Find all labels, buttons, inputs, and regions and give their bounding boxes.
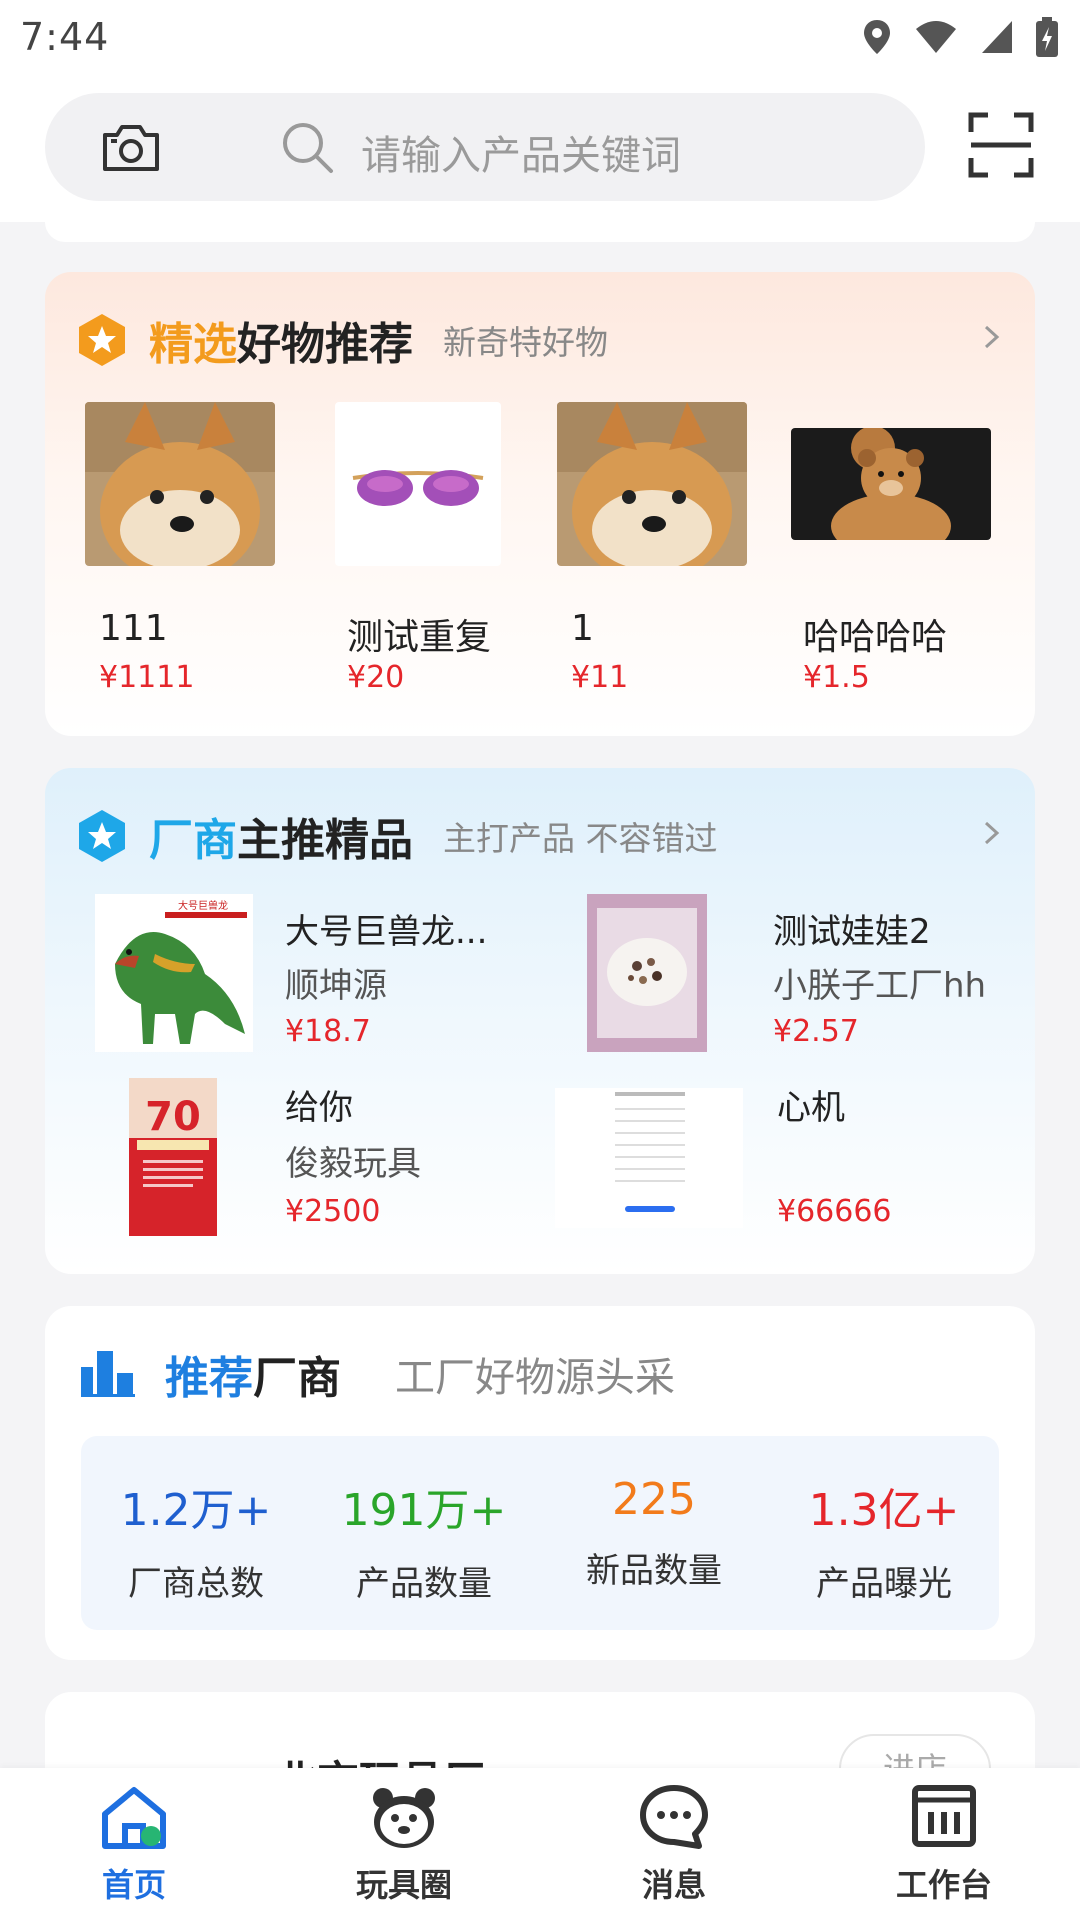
product-name: 测试重复 bbox=[347, 617, 492, 658]
product-name: 哈哈哈哈 bbox=[803, 617, 948, 658]
recommend-header[interactable]: 推荐 厂商 工厂好物源头采 bbox=[81, 1344, 675, 1404]
product-price: ¥66666 bbox=[777, 1194, 892, 1229]
star-badge-icon bbox=[79, 314, 125, 366]
status-icons bbox=[862, 17, 1058, 57]
nav-item-home[interactable]: 首页 bbox=[44, 1784, 224, 1914]
signal-icon bbox=[982, 21, 1012, 53]
shop-name: 俊毅玩具 bbox=[285, 1144, 421, 1184]
product-price: ¥18.7 bbox=[285, 1014, 371, 1049]
battery-icon bbox=[1036, 17, 1058, 57]
stat-product-count: 191万+ 产品数量 bbox=[309, 1474, 539, 1605]
vendor-featured-section: 厂商 主推精品 主打产品 不容错过 大号巨兽龙 大号巨兽龙... 顺坤源 ¥18… bbox=[45, 768, 1035, 1274]
stat-label: 厂商总数 bbox=[128, 1564, 264, 1604]
product-name: 心机 bbox=[777, 1088, 845, 1128]
celebration-poster-image: 70 bbox=[129, 1078, 217, 1236]
shiba-dog-image bbox=[557, 402, 747, 566]
stat-label: 产品曝光 bbox=[816, 1564, 952, 1604]
nav-label: 工作台 bbox=[895, 1866, 992, 1904]
wifi-icon bbox=[916, 21, 956, 53]
dashboard-icon bbox=[912, 1785, 976, 1847]
app-screenshot-image bbox=[555, 1088, 743, 1228]
stat-value: 1.2万+ bbox=[120, 1485, 272, 1536]
product-price: ¥1111 bbox=[99, 660, 195, 695]
svg-text:70: 70 bbox=[145, 1094, 201, 1140]
status-bar: 7:44 bbox=[0, 0, 1080, 74]
featured-subtitle: 新奇特好物 bbox=[443, 323, 608, 362]
recommended-vendors-section: 推荐 厂商 工厂好物源头采 1.2万+ 厂商总数 191万+ 产品数量 225 … bbox=[45, 1306, 1035, 1660]
building-icon bbox=[81, 1351, 135, 1397]
recommend-title: 厂商 bbox=[253, 1353, 341, 1404]
vendor-product-card[interactable]: 心机 ¥66666 bbox=[555, 1078, 1025, 1248]
location-icon bbox=[864, 20, 890, 54]
shop-name: 小朕子工厂hh bbox=[773, 966, 987, 1006]
featured-title-accent: 精选 bbox=[149, 319, 237, 370]
previous-card-edge bbox=[45, 222, 1035, 242]
product-name: 大号巨兽龙... bbox=[285, 912, 488, 952]
recommend-title-accent: 推荐 bbox=[165, 1353, 253, 1404]
product-name: 1 bbox=[571, 608, 594, 649]
vendor-header[interactable]: 厂商 主推精品 主打产品 不容错过 bbox=[77, 806, 718, 866]
featured-title: 好物推荐 bbox=[237, 319, 413, 370]
scan-icon[interactable] bbox=[968, 112, 1034, 178]
stat-value: 225 bbox=[612, 1474, 696, 1525]
product-price: ¥2500 bbox=[285, 1194, 381, 1229]
featured-header[interactable]: 精选 好物推荐 新奇特好物 bbox=[77, 310, 608, 370]
product-price: ¥1.5 bbox=[803, 660, 870, 695]
stat-vendor-count: 1.2万+ 厂商总数 bbox=[81, 1474, 311, 1605]
product-price: ¥20 bbox=[347, 660, 405, 695]
toy-dinosaur-image: 大号巨兽龙 bbox=[95, 894, 253, 1052]
search-input[interactable]: 请输入产品关键词 bbox=[361, 123, 681, 181]
vendor-product-card[interactable]: 大号巨兽龙 大号巨兽龙... 顺坤源 ¥18.7 bbox=[95, 894, 565, 1064]
bear-icon bbox=[373, 1788, 435, 1848]
stat-new-product-count: 225 新品数量 bbox=[539, 1474, 769, 1592]
stat-exposure: 1.3亿+ 产品曝光 bbox=[769, 1474, 999, 1605]
nav-label: 玩具圈 bbox=[355, 1866, 452, 1904]
chevron-right-icon[interactable] bbox=[979, 820, 1005, 846]
header: 请输入产品关键词 bbox=[0, 74, 1080, 222]
cereal-bowl-image bbox=[587, 894, 707, 1052]
vendor-title: 主推精品 bbox=[237, 815, 413, 866]
svg-text:大号巨兽龙: 大号巨兽龙 bbox=[178, 899, 228, 912]
stat-value: 1.3亿+ bbox=[808, 1485, 960, 1536]
search-icon bbox=[283, 123, 333, 173]
vendor-subtitle: 主打产品 不容错过 bbox=[443, 819, 718, 858]
home-icon bbox=[102, 1787, 166, 1849]
product-price: ¥11 bbox=[571, 660, 629, 695]
nav-label: 消息 bbox=[641, 1866, 706, 1904]
product-name: 测试娃娃2 bbox=[773, 912, 931, 952]
stat-label: 新品数量 bbox=[586, 1551, 722, 1591]
shop-name: 顺坤源 bbox=[285, 966, 387, 1006]
stat-label: 产品数量 bbox=[356, 1564, 492, 1604]
search-bar[interactable]: 请输入产品关键词 bbox=[45, 93, 925, 201]
sunglasses-image bbox=[335, 402, 501, 566]
vendor-product-card[interactable]: 70 给你 俊毅玩具 ¥2500 bbox=[95, 1078, 565, 1248]
stats-panel: 1.2万+ 厂商总数 191万+ 产品数量 225 新品数量 1.3亿+ 产品曝… bbox=[81, 1436, 999, 1630]
nav-item-messages[interactable]: 消息 bbox=[584, 1784, 764, 1914]
shiba-dog-image bbox=[85, 402, 275, 566]
chat-icon bbox=[640, 1785, 708, 1849]
nav-item-workbench[interactable]: 工作台 bbox=[854, 1784, 1034, 1914]
product-name: 111 bbox=[99, 608, 168, 649]
chevron-right-icon[interactable] bbox=[979, 324, 1005, 350]
nav-label: 首页 bbox=[101, 1866, 166, 1904]
status-time: 7:44 bbox=[20, 15, 110, 59]
teddy-bear-image bbox=[791, 428, 991, 540]
stat-value: 191万+ bbox=[341, 1485, 507, 1536]
vendor-product-card[interactable]: 测试娃娃2 小朕子工厂hh ¥2.57 bbox=[587, 894, 1035, 1064]
star-badge-icon bbox=[79, 810, 125, 862]
vendor-title-accent: 厂商 bbox=[149, 815, 237, 866]
product-price: ¥2.57 bbox=[773, 1014, 859, 1049]
recommend-subtitle: 工厂好物源头采 bbox=[395, 1355, 675, 1401]
bottom-nav: 首页 玩具圈 消息 工作台 bbox=[0, 1768, 1080, 1920]
camera-icon[interactable] bbox=[101, 119, 161, 175]
product-name: 给你 bbox=[285, 1088, 353, 1128]
featured-section: 精选 好物推荐 新奇特好物 111 ¥1111 测试重复 ¥20 1 ¥11 哈… bbox=[45, 272, 1035, 736]
nav-item-toy-circle[interactable]: 玩具圈 bbox=[314, 1784, 494, 1914]
